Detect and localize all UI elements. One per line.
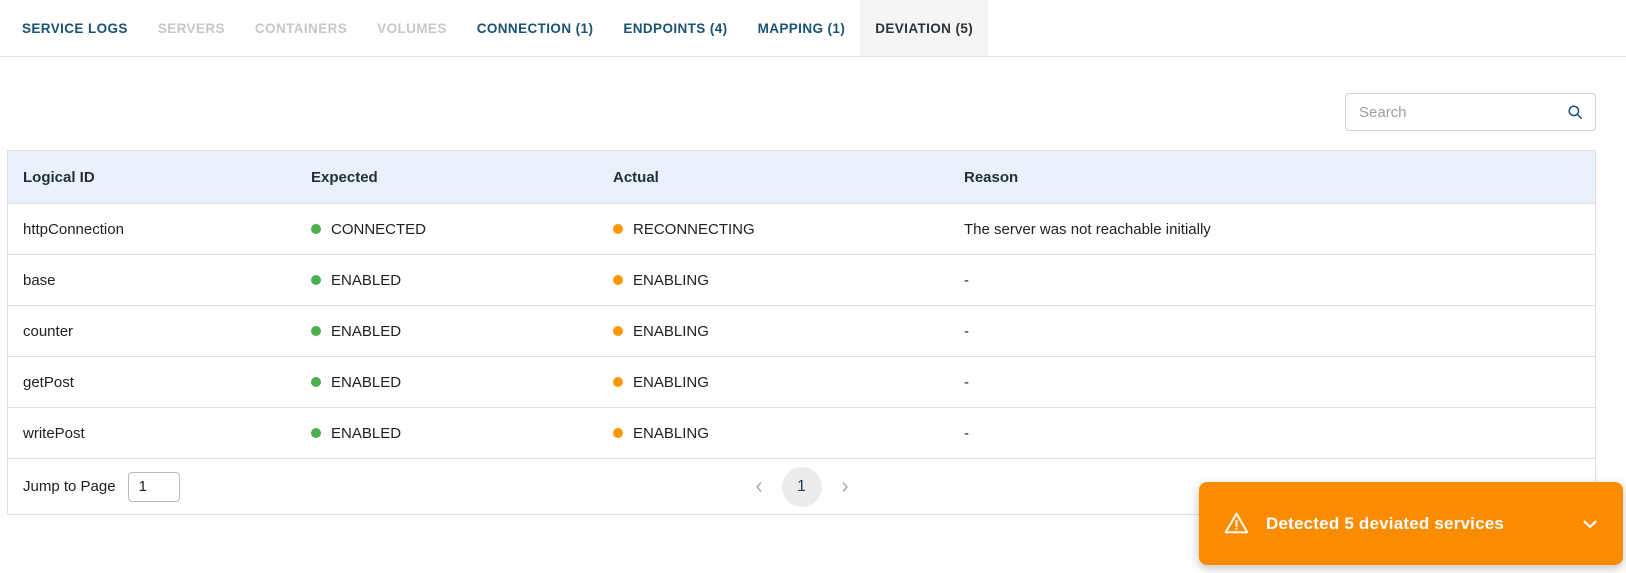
header-expected: Expected xyxy=(311,169,613,186)
search-input[interactable] xyxy=(1346,104,1566,121)
tab-connection[interactable]: CONNECTION (1) xyxy=(462,0,609,56)
jump-to-page-label: Jump to Page xyxy=(23,478,116,495)
reason-cell: - xyxy=(964,323,1595,340)
logical-id-cell: counter xyxy=(8,323,311,340)
expected-status-cell: ENABLED xyxy=(311,272,613,289)
expected-status-label: ENABLED xyxy=(331,374,401,391)
expected-status-label: CONNECTED xyxy=(331,221,426,238)
header-actual: Actual xyxy=(613,169,964,186)
reason-cell: The server was not reachable initially xyxy=(964,221,1595,238)
chevron-down-icon[interactable] xyxy=(1579,513,1601,535)
tab-bar: SERVICE LOGS SERVERS CONTAINERS VOLUMES … xyxy=(0,0,1626,57)
header-logical-id: Logical ID xyxy=(8,169,311,186)
expected-status-label: ENABLED xyxy=(331,425,401,442)
reason-cell: - xyxy=(964,272,1595,289)
deviation-table: Logical ID Expected Actual Reason httpCo… xyxy=(7,150,1596,515)
table-row: base ENABLED ENABLING - xyxy=(8,254,1595,305)
green-status-dot xyxy=(311,275,321,285)
logical-id-cell: base xyxy=(8,272,311,289)
expected-status-cell: CONNECTED xyxy=(311,221,613,238)
tab-mapping[interactable]: MAPPING (1) xyxy=(743,0,861,56)
expected-status-cell: ENABLED xyxy=(311,323,613,340)
warning-icon xyxy=(1223,510,1250,537)
actual-status-label: ENABLING xyxy=(633,323,709,340)
reason-cell: - xyxy=(964,425,1595,442)
actual-status-label: ENABLING xyxy=(633,272,709,289)
search-box[interactable] xyxy=(1345,93,1596,131)
deviation-toast[interactable]: Detected 5 deviated services xyxy=(1199,482,1623,565)
actual-status-cell: ENABLING xyxy=(613,323,964,340)
actual-status-cell: RECONNECTING xyxy=(613,221,964,238)
pagination: 1 xyxy=(749,467,855,507)
table-row: writePost ENABLED ENABLING - xyxy=(8,407,1595,458)
header-reason: Reason xyxy=(964,169,1595,186)
actual-status-cell: ENABLING xyxy=(613,272,964,289)
table-row: httpConnection CONNECTED RECONNECTING Th… xyxy=(8,203,1595,254)
actual-status-label: ENABLING xyxy=(633,425,709,442)
table-row: counter ENABLED ENABLING - xyxy=(8,305,1595,356)
chevron-right-icon xyxy=(837,479,853,495)
tab-servers[interactable]: SERVERS xyxy=(143,0,240,56)
tab-volumes[interactable]: VOLUMES xyxy=(362,0,462,56)
actual-status-cell: ENABLING xyxy=(613,374,964,391)
table-header-row: Logical ID Expected Actual Reason xyxy=(8,151,1595,203)
previous-page-button[interactable] xyxy=(749,477,769,497)
expected-status-cell: ENABLED xyxy=(311,374,613,391)
actual-status-label: RECONNECTING xyxy=(633,221,755,238)
green-status-dot xyxy=(311,224,321,234)
logical-id-cell: httpConnection xyxy=(8,221,311,238)
green-status-dot xyxy=(311,428,321,438)
chevron-left-icon xyxy=(751,479,767,495)
toast-message: Detected 5 deviated services xyxy=(1266,514,1504,534)
orange-status-dot xyxy=(613,326,623,336)
orange-status-dot xyxy=(613,275,623,285)
tab-endpoints[interactable]: ENDPOINTS (4) xyxy=(608,0,742,56)
green-status-dot xyxy=(311,377,321,387)
logical-id-cell: getPost xyxy=(8,374,311,391)
expected-status-cell: ENABLED xyxy=(311,425,613,442)
current-page-button[interactable]: 1 xyxy=(782,467,822,507)
next-page-button[interactable] xyxy=(835,477,855,497)
tab-service-logs[interactable]: SERVICE LOGS xyxy=(7,0,143,56)
actual-status-label: ENABLING xyxy=(633,374,709,391)
green-status-dot xyxy=(311,326,321,336)
reason-cell: - xyxy=(964,374,1595,391)
tab-deviation[interactable]: DEVIATION (5) xyxy=(860,0,988,56)
expected-status-label: ENABLED xyxy=(331,323,401,340)
orange-status-dot xyxy=(613,377,623,387)
orange-status-dot xyxy=(613,428,623,438)
actual-status-cell: ENABLING xyxy=(613,425,964,442)
tab-containers[interactable]: CONTAINERS xyxy=(240,0,362,56)
table-row: getPost ENABLED ENABLING - xyxy=(8,356,1595,407)
search-icon[interactable] xyxy=(1566,103,1584,121)
expected-status-label: ENABLED xyxy=(331,272,401,289)
logical-id-cell: writePost xyxy=(8,425,311,442)
jump-to-page-input[interactable] xyxy=(128,472,180,502)
orange-status-dot xyxy=(613,224,623,234)
